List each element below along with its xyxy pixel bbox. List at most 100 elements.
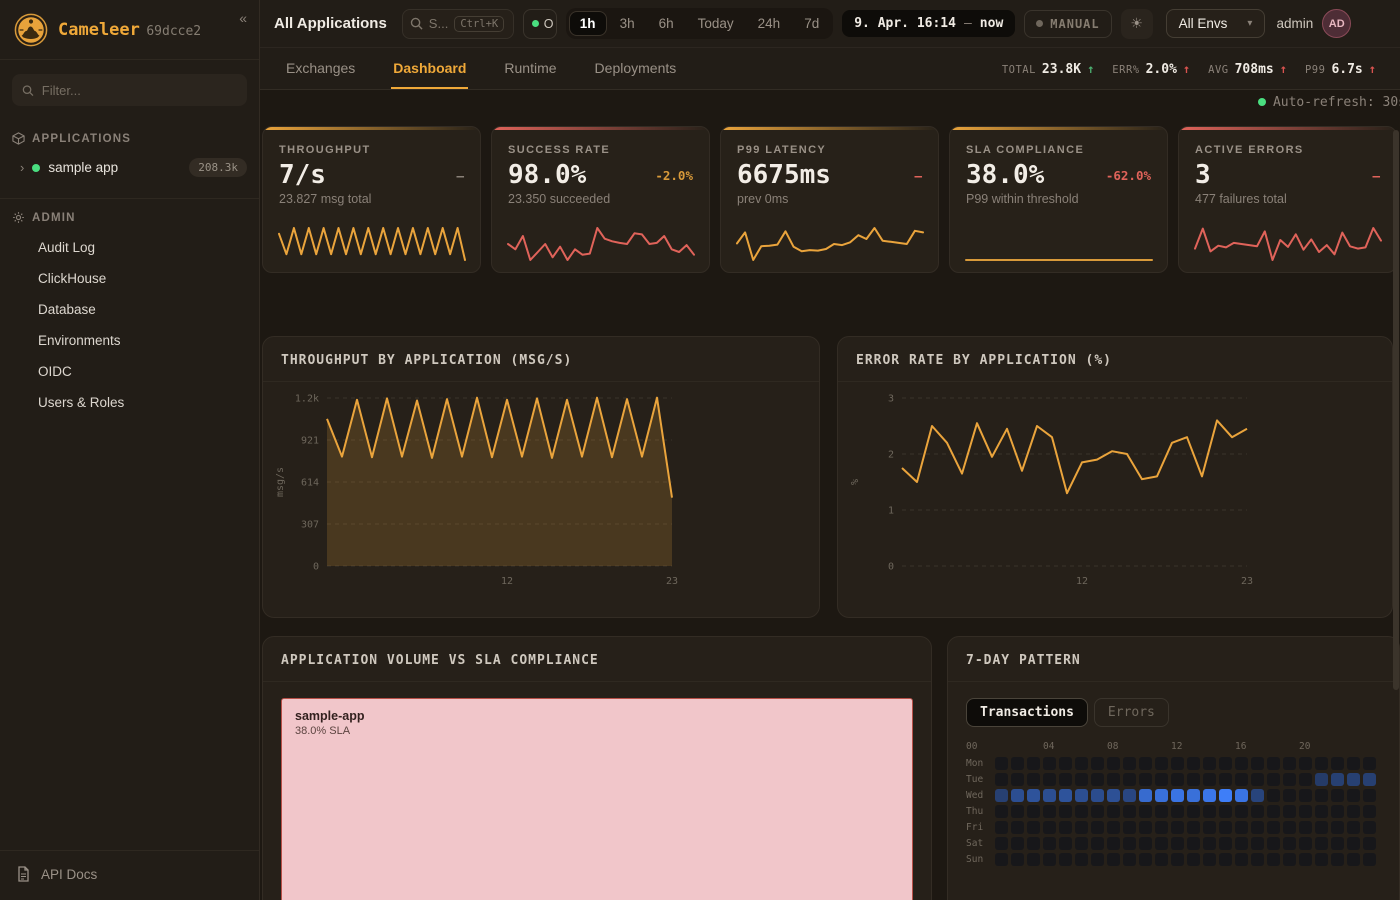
sidebar-item-oidc[interactable]: OIDC bbox=[0, 356, 259, 387]
heatmap-cell[interactable] bbox=[1091, 837, 1104, 850]
heatmap-cell[interactable] bbox=[1123, 773, 1136, 786]
heatmap-cell[interactable] bbox=[1075, 837, 1088, 850]
sidebar-item-audit-log[interactable]: Audit Log bbox=[0, 232, 259, 263]
range-button-1h[interactable]: 1h bbox=[569, 11, 607, 36]
tab-dashboard[interactable]: Dashboard bbox=[391, 49, 468, 89]
heatmap-cell[interactable] bbox=[1283, 773, 1296, 786]
heatmap-cell[interactable] bbox=[1267, 789, 1280, 802]
heatmap-cell[interactable] bbox=[1155, 837, 1168, 850]
heatmap-cell[interactable] bbox=[1219, 789, 1232, 802]
filter-input[interactable] bbox=[42, 83, 237, 98]
heatmap-cell[interactable] bbox=[1059, 853, 1072, 866]
heatmap-cell[interactable] bbox=[1107, 789, 1120, 802]
heatmap-cell[interactable] bbox=[1219, 773, 1232, 786]
heatmap-cell[interactable] bbox=[1155, 853, 1168, 866]
heatmap-cell[interactable] bbox=[1283, 853, 1296, 866]
heatmap-cell[interactable] bbox=[1059, 773, 1072, 786]
heatmap-cell[interactable] bbox=[1251, 821, 1264, 834]
heatmap-cell[interactable] bbox=[1155, 805, 1168, 818]
heatmap-cell[interactable] bbox=[1027, 853, 1040, 866]
heatmap-cell[interactable] bbox=[1107, 757, 1120, 770]
date-range-display[interactable]: 9. Apr. 16:14 – now bbox=[842, 10, 1015, 37]
heatmap-cell[interactable] bbox=[1043, 853, 1056, 866]
heatmap-cell[interactable] bbox=[1059, 757, 1072, 770]
heatmap-cell[interactable] bbox=[1219, 853, 1232, 866]
heatmap-cell[interactable] bbox=[1299, 757, 1312, 770]
heatmap-cell[interactable] bbox=[1283, 805, 1296, 818]
heatmap-cell[interactable] bbox=[1331, 821, 1344, 834]
heatmap-cell[interactable] bbox=[1075, 757, 1088, 770]
heatmap-cell[interactable] bbox=[1331, 853, 1344, 866]
heatmap-cell[interactable] bbox=[1155, 789, 1168, 802]
heatmap-cell[interactable] bbox=[1155, 757, 1168, 770]
heatmap-cell[interactable] bbox=[1299, 821, 1312, 834]
heatmap-cell[interactable] bbox=[1171, 757, 1184, 770]
heatmap-cell[interactable] bbox=[1075, 853, 1088, 866]
chevron-right-icon[interactable]: › bbox=[20, 160, 24, 175]
heatmap-cell[interactable] bbox=[1363, 773, 1376, 786]
heatmap-cell[interactable] bbox=[1315, 821, 1328, 834]
heatmap-cell[interactable] bbox=[1011, 805, 1024, 818]
heatmap-cell[interactable] bbox=[1027, 821, 1040, 834]
heatmap-cell[interactable] bbox=[1299, 853, 1312, 866]
heatmap-cell[interactable] bbox=[1091, 757, 1104, 770]
range-button-7d[interactable]: 7d bbox=[793, 11, 830, 36]
heatmap-cell[interactable] bbox=[1091, 789, 1104, 802]
heatmap-cell[interactable] bbox=[1315, 757, 1328, 770]
heatmap-cell[interactable] bbox=[1043, 757, 1056, 770]
heatmap-cell[interactable] bbox=[1363, 805, 1376, 818]
env-select[interactable]: All Envs ▾ bbox=[1166, 9, 1266, 38]
heatmap-cell[interactable] bbox=[1235, 789, 1248, 802]
theme-toggle-button[interactable]: ☀ bbox=[1121, 9, 1153, 39]
heatmap-cell[interactable] bbox=[1107, 821, 1120, 834]
heatmap-cell[interactable] bbox=[1027, 837, 1040, 850]
heatmap-cell[interactable] bbox=[1235, 837, 1248, 850]
heatmap-cell[interactable] bbox=[1027, 757, 1040, 770]
heatmap-cell[interactable] bbox=[1203, 773, 1216, 786]
heatmap-cell[interactable] bbox=[1107, 853, 1120, 866]
heatmap-cell[interactable] bbox=[995, 821, 1008, 834]
heatmap-cell[interactable] bbox=[1331, 805, 1344, 818]
heatmap-cell[interactable] bbox=[1203, 853, 1216, 866]
heatmap-cell[interactable] bbox=[1219, 757, 1232, 770]
heatmap-cell[interactable] bbox=[995, 837, 1008, 850]
heatmap-cell[interactable] bbox=[1315, 837, 1328, 850]
heatmap-cell[interactable] bbox=[1315, 789, 1328, 802]
heatmap-cell[interactable] bbox=[1347, 757, 1360, 770]
heatmap-cell[interactable] bbox=[1251, 773, 1264, 786]
heatmap-cell[interactable] bbox=[1187, 805, 1200, 818]
heatmap-cell[interactable] bbox=[1251, 789, 1264, 802]
heatmap-cell[interactable] bbox=[1139, 789, 1152, 802]
heatmap-cell[interactable] bbox=[1251, 853, 1264, 866]
heatmap-cell[interactable] bbox=[1075, 773, 1088, 786]
heatmap-cell[interactable] bbox=[1091, 821, 1104, 834]
heatmap-cell[interactable] bbox=[1171, 853, 1184, 866]
heatmap-cell[interactable] bbox=[1091, 853, 1104, 866]
heatmap-cell[interactable] bbox=[1283, 821, 1296, 834]
heatmap-cell[interactable] bbox=[1091, 773, 1104, 786]
heatmap-cell[interactable] bbox=[1363, 757, 1376, 770]
heatmap-cell[interactable] bbox=[1139, 821, 1152, 834]
heatmap-cell[interactable] bbox=[1347, 789, 1360, 802]
heatmap-cell[interactable] bbox=[1363, 821, 1376, 834]
manual-refresh-button[interactable]: MANUAL bbox=[1024, 10, 1111, 38]
heatmap-cell[interactable] bbox=[1171, 789, 1184, 802]
heatmap-cell[interactable] bbox=[1171, 805, 1184, 818]
heatmap-cell[interactable] bbox=[1187, 789, 1200, 802]
heatmap-cell[interactable] bbox=[1235, 757, 1248, 770]
heatmap-cell[interactable] bbox=[1027, 805, 1040, 818]
heatmap-cell[interactable] bbox=[1091, 805, 1104, 818]
heatmap-cell[interactable] bbox=[1187, 773, 1200, 786]
heatmap-cell[interactable] bbox=[1059, 789, 1072, 802]
heatmap-cell[interactable] bbox=[1043, 789, 1056, 802]
heatmap-cell[interactable] bbox=[995, 805, 1008, 818]
range-button-today[interactable]: Today bbox=[687, 11, 745, 36]
heatmap-cell[interactable] bbox=[1315, 853, 1328, 866]
heatmap-cell[interactable] bbox=[1187, 821, 1200, 834]
heatmap-cell[interactable] bbox=[1139, 773, 1152, 786]
sidebar-item-users-roles[interactable]: Users & Roles bbox=[0, 387, 259, 418]
heatmap-cell[interactable] bbox=[1171, 821, 1184, 834]
global-search[interactable]: S... Ctrl+K bbox=[402, 9, 514, 39]
heatmap-cell[interactable] bbox=[1139, 757, 1152, 770]
heatmap-cell[interactable] bbox=[1107, 837, 1120, 850]
